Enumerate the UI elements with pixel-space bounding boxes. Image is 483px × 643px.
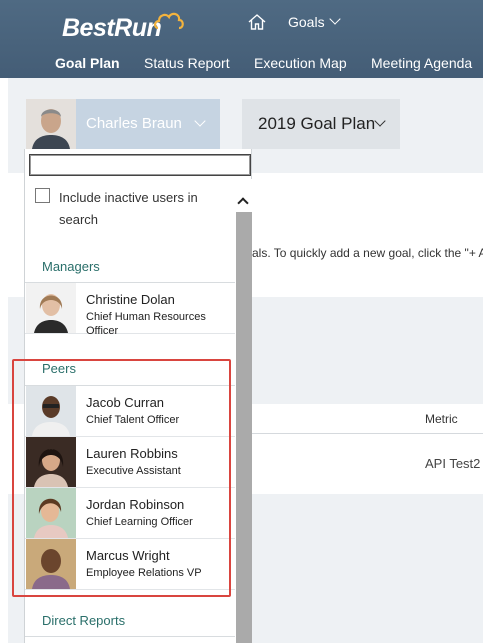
column-header-metric: Metric	[425, 412, 458, 426]
shell-header: BestRun Goals Goal Plan Status Report Ex…	[0, 0, 483, 78]
goal-plan-selector[interactable]: 2019 Goal Plan	[242, 99, 400, 149]
chevron-down-icon	[374, 115, 386, 127]
person-photo-icon	[26, 283, 76, 333]
goals-menu-label: Goals	[288, 14, 325, 30]
bestrun-logo[interactable]: BestRun	[62, 10, 187, 46]
selected-user-name: Charles Braun	[86, 115, 182, 132]
home-icon[interactable]	[247, 13, 267, 31]
table-cell-metric: API Test2	[425, 456, 481, 471]
tab-execution-map[interactable]: Execution Map	[254, 55, 347, 71]
tab-bar: Goal Plan Status Report Execution Map Me…	[0, 55, 483, 75]
scrollbar-thumb[interactable]	[236, 212, 252, 643]
person-name: Christine Dolan	[86, 292, 175, 307]
person-photo-icon	[26, 99, 76, 149]
tab-status-report[interactable]: Status Report	[144, 55, 230, 71]
peers-highlight-box	[12, 359, 231, 597]
section-title-direct-reports: Direct Reports	[42, 613, 126, 628]
avatar	[26, 283, 76, 333]
instruction-text: als. To quickly add a new goal, click th…	[252, 246, 483, 260]
content-edge	[0, 78, 8, 643]
table-divider	[252, 433, 483, 434]
chevron-down-icon	[194, 115, 206, 127]
tab-meeting-agenda[interactable]: Meeting Agenda	[371, 55, 472, 71]
section-title-managers: Managers	[42, 259, 100, 274]
goals-menu[interactable]: Goals	[288, 13, 341, 30]
chevron-down-icon	[328, 13, 341, 25]
user-selector[interactable]: Charles Braun	[26, 99, 220, 149]
user-search-input[interactable]	[29, 154, 251, 176]
person-title: Chief Human Resources Officer	[86, 311, 206, 337]
logo-text: BestRun	[62, 14, 162, 42]
divider	[25, 636, 235, 637]
tab-goal-plan[interactable]: Goal Plan	[55, 55, 120, 71]
include-inactive-label: Include inactive users in search	[59, 190, 198, 227]
include-inactive-checkbox[interactable]	[35, 188, 50, 203]
goal-plan-name: 2019 Goal Plan	[258, 114, 376, 133]
avatar	[26, 99, 76, 149]
list-item-christine-dolan[interactable]: Christine Dolan Chief Human Resources Of…	[25, 283, 235, 337]
cloud-icon	[154, 12, 184, 30]
